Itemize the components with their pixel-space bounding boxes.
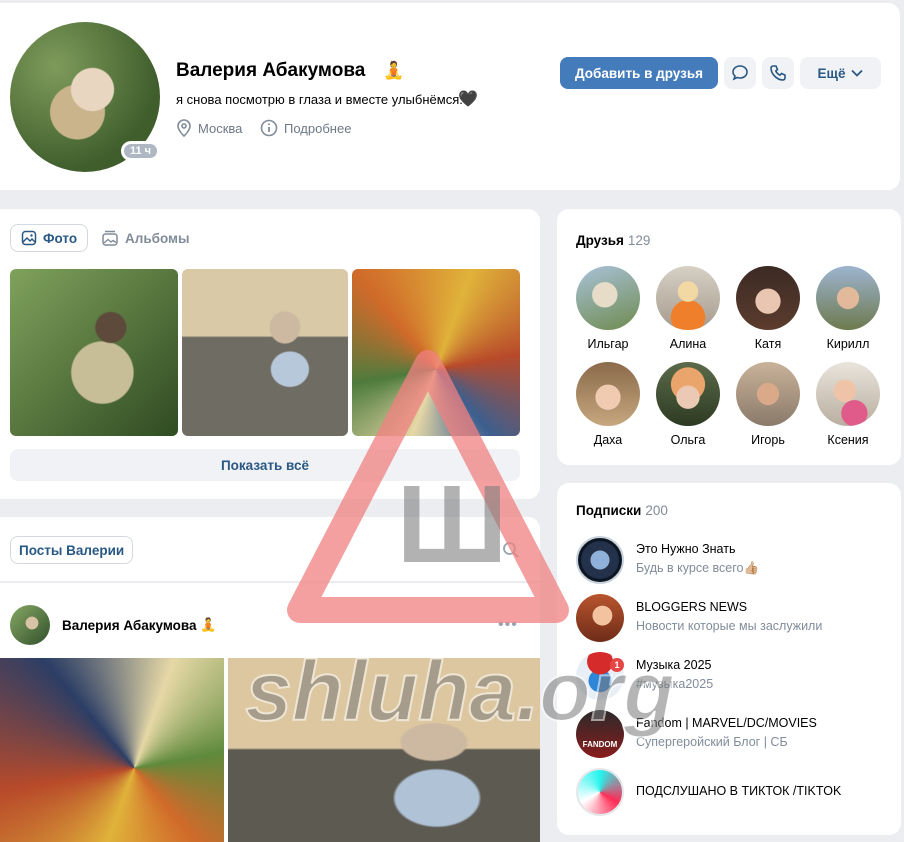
friend-name: Кирилл — [826, 337, 870, 351]
call-button[interactable] — [762, 57, 794, 89]
friend-name: Алина — [669, 337, 707, 351]
friends-title[interactable]: Друзья 129 — [576, 233, 650, 248]
friend-name: Ксения — [827, 433, 869, 447]
subscriptions-title[interactable]: Подписки 200 — [576, 503, 668, 518]
photo-thumbnail[interactable] — [10, 269, 178, 436]
show-all-button[interactable]: Показать всё — [10, 449, 520, 481]
subscription-avatar-text: FANDOM — [582, 740, 618, 749]
post-author-emoji: 🧘 — [200, 617, 217, 632]
friend-avatar — [576, 362, 640, 426]
friend-avatar — [816, 266, 880, 330]
subscription-item[interactable]: ПОДСЛУШАНО В ТИКТОК /TIKTOK — [576, 768, 896, 816]
wall-header: Посты Валерии — [0, 517, 540, 581]
friend-name: Игорь — [751, 433, 785, 447]
more-info-label: Подробнее — [284, 120, 352, 136]
status-emoji: 🖤 — [458, 91, 478, 108]
subscription-subtitle: #музыка2025 — [636, 677, 714, 691]
subscription-subtitle: Супергеройский Блог | СБ — [636, 735, 788, 749]
post-photo[interactable] — [228, 658, 540, 842]
friend-item[interactable]: Даха — [568, 362, 648, 447]
albums-icon — [102, 230, 118, 246]
subscription-item[interactable]: Это Нужно Знать Будь в курсе всего👍🏼 — [576, 536, 896, 584]
more-button[interactable]: Ещё — [800, 57, 881, 89]
subscription-item[interactable]: BLOGGERS NEWS Новости которые мы заслужи… — [576, 594, 896, 642]
friend-avatar — [656, 266, 720, 330]
chevron-down-icon — [851, 69, 864, 77]
friends-title-label: Друзья — [576, 233, 624, 248]
add-friend-button[interactable]: Добавить в друзья — [560, 57, 718, 89]
subscription-item[interactable]: 1 Музыка 2025 #музыка2025 — [576, 652, 896, 700]
subscription-subtitle: Будь в курсе всего👍🏼 — [636, 561, 760, 575]
subscription-title: ПОДСЛУШАНО В ТИКТОК /TIKTOK — [636, 784, 842, 798]
name-emoji: 🧘 — [383, 61, 405, 80]
city-label: Москва — [198, 120, 243, 136]
notification-badge: 1 — [610, 658, 624, 672]
more-options-icon[interactable]: ••• — [498, 616, 518, 634]
tab-albums[interactable]: Альбомы — [101, 224, 190, 252]
profile-city: Москва — [176, 119, 242, 137]
friend-item[interactable]: Игорь — [728, 362, 808, 447]
subscription-item[interactable]: FANDOM Fandom | MARVEL/DC/MOVIES Суперге… — [576, 710, 896, 758]
phone-icon — [770, 65, 786, 81]
friend-avatar — [736, 266, 800, 330]
photos-block: Фото Альбомы Показать всё — [0, 209, 540, 499]
subscription-title: BLOGGERS NEWS — [636, 600, 748, 614]
friend-avatar — [656, 362, 720, 426]
subscription-subtitle: Новости которые мы заслужили — [636, 619, 823, 633]
friend-name: Катя — [754, 337, 782, 351]
subscriptions-block: Подписки 200 Это Нужно Знать Будь в курсе… — [557, 483, 901, 835]
friend-item[interactable]: Катя — [728, 266, 808, 351]
subscription-title: Fandom | MARVEL/DC/MOVIES — [636, 716, 817, 730]
subscription-title: Музыка 2025 — [636, 658, 712, 672]
friend-name: Ольга — [670, 433, 706, 447]
wall-post: Валерия Абакумова 🧘 ••• — [0, 583, 540, 842]
tab-albums-label: Альбомы — [125, 230, 190, 246]
subscriptions-title-label: Подписки — [576, 503, 642, 518]
friend-avatar — [736, 362, 800, 426]
friend-item[interactable]: Ильгар — [568, 266, 648, 351]
image-icon — [21, 230, 37, 246]
friend-avatar — [576, 266, 640, 330]
info-icon — [260, 119, 278, 137]
friend-name: Ильгар — [587, 337, 629, 351]
subscriptions-count: 200 — [645, 503, 668, 518]
more-button-label: Ещё — [817, 65, 846, 81]
post-photo[interactable] — [0, 658, 224, 842]
profile-name: Валерия Абакумова — [176, 60, 366, 81]
tab-posts[interactable]: Посты Валерии — [10, 536, 134, 564]
search-icon[interactable] — [502, 541, 520, 559]
friends-count: 129 — [627, 233, 651, 248]
tab-photos[interactable]: Фото — [10, 224, 89, 252]
friend-item[interactable]: Кирилл — [808, 266, 888, 351]
photo-thumbnail[interactable] — [182, 269, 348, 436]
tab-photos-label: Фото — [43, 230, 78, 246]
post-author-name[interactable]: Валерия Абакумова — [62, 618, 197, 633]
subscription-avatar — [576, 768, 624, 816]
friends-block: Друзья 129 Ильгар Алина Катя Кирилл Даха … — [557, 209, 901, 465]
friend-item[interactable]: Ольга — [648, 362, 728, 447]
message-button[interactable] — [724, 57, 756, 89]
friend-avatar — [816, 362, 880, 426]
friend-name: Даха — [593, 433, 623, 447]
subscription-avatar: FANDOM — [576, 710, 624, 758]
friend-item[interactable]: Алина — [648, 266, 728, 351]
message-icon — [732, 65, 748, 81]
more-info-link[interactable]: Подробнее — [260, 119, 351, 137]
online-badge: 11 ч — [121, 141, 161, 161]
location-icon — [177, 119, 191, 137]
subscription-avatar — [576, 594, 624, 642]
photo-thumbnail[interactable] — [352, 269, 520, 436]
profile-status: я снова посмотрю в глаза и вместе улыбнё… — [176, 92, 463, 107]
profile-header: 11 ч Валерия Абакумова 🧘 я снова посмотр… — [0, 3, 900, 190]
post-author-avatar[interactable] — [10, 605, 50, 645]
subscription-avatar — [576, 536, 624, 584]
subscription-title: Это Нужно Знать — [636, 542, 736, 556]
friend-item[interactable]: Ксения — [808, 362, 888, 447]
